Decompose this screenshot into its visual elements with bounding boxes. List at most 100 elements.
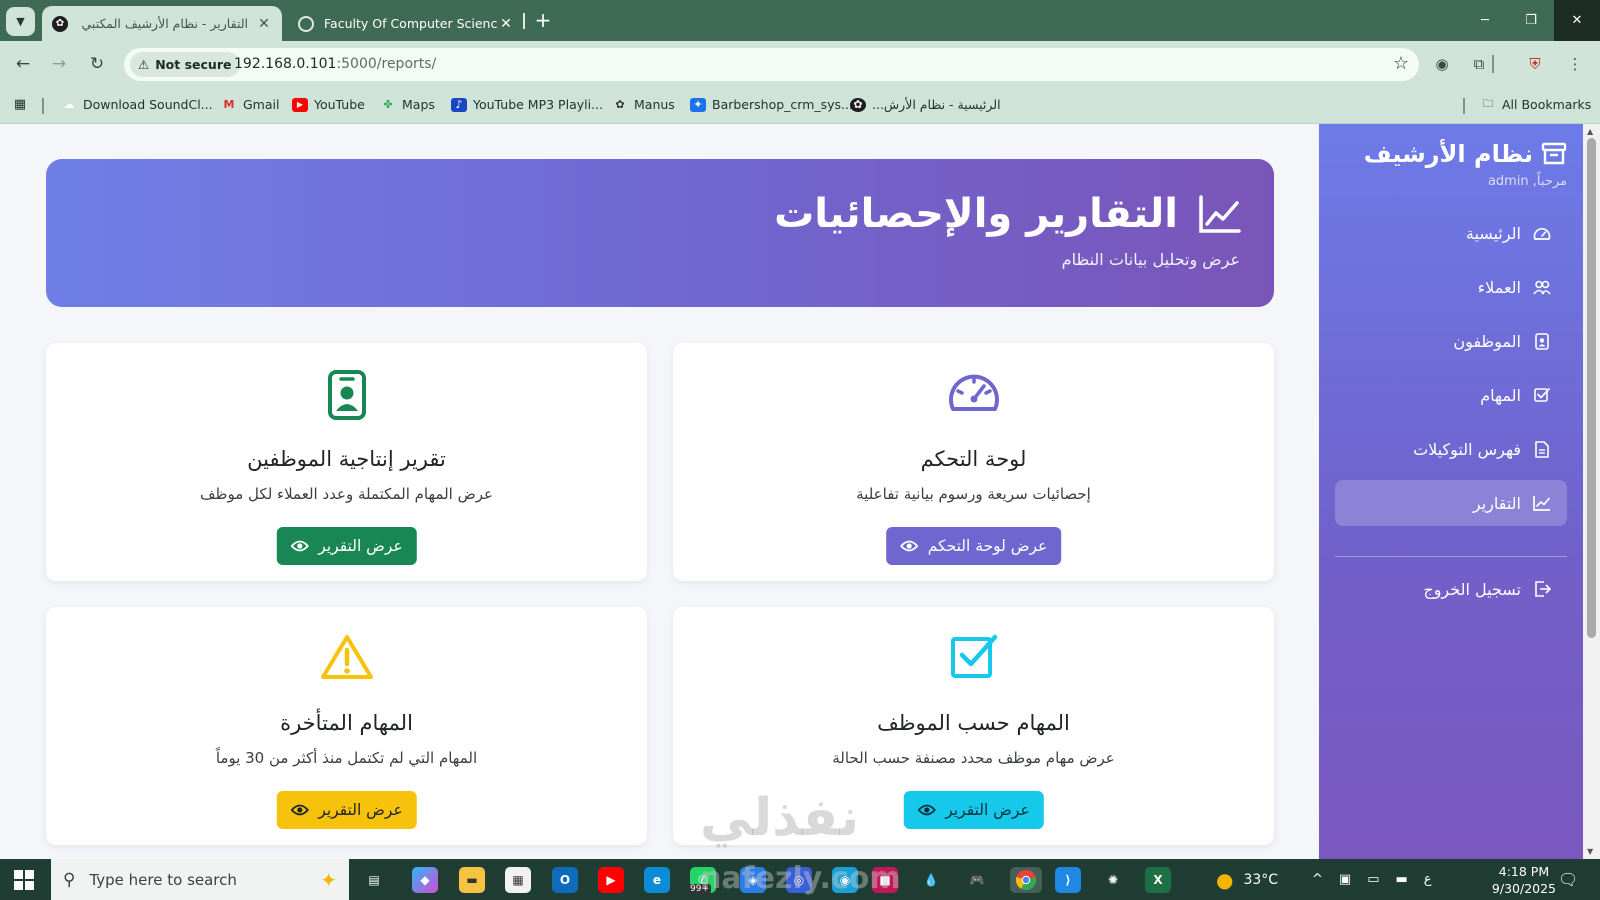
restore-button[interactable]: ❐ (1508, 0, 1554, 41)
sidebar-item-label: المهام (1480, 385, 1521, 405)
view-dashboard-button[interactable]: عرض لوحة التحكم (885, 527, 1062, 565)
tab-faculty[interactable]: Faculty Of Computer Science an ✕ (288, 6, 524, 41)
sidebar-item-reports[interactable]: التقارير (1335, 480, 1567, 526)
new-tab-button[interactable]: + (532, 8, 554, 32)
app-icon: ✦ (690, 97, 706, 112)
taskbar-search[interactable]: ⚲ Type here to search ✦ (51, 859, 349, 900)
tab-reports[interactable]: ✿ التقارير - نظام الأرشيف المكتبي ✕ (42, 6, 282, 41)
bookmark-label: Manus (634, 97, 675, 112)
copilot-app-icon[interactable]: ◆ (412, 867, 438, 893)
edge-icon[interactable]: e (644, 867, 670, 893)
browser-tab-strip: ▼ ✿ التقارير - نظام الأرشيف المكتبي ✕ Fa… (0, 0, 1600, 41)
extension-shield-icon[interactable]: ◉ (1430, 52, 1454, 76)
bookmark-label: YouTube (314, 97, 365, 112)
security-chip[interactable]: ⚠ Not secure (130, 52, 241, 77)
close-icon[interactable]: ✕ (498, 16, 514, 32)
button-label: عرض التقرير (945, 801, 1030, 819)
game-app-icon[interactable]: 🎮 (964, 867, 990, 893)
brave-shield-icon[interactable]: ⛨ (1523, 52, 1547, 76)
weather-widget[interactable]: ● 33°C (1216, 859, 1278, 900)
bookmark-item[interactable]: ▶ YouTube (292, 97, 365, 112)
chevron-up-icon[interactable]: ^ (1312, 872, 1323, 887)
droplet-app-icon[interactable]: 💧 (918, 867, 944, 893)
watermark-url: nafezly.com (700, 861, 901, 896)
bookmarks-separator (42, 98, 44, 114)
sidebar-item-employees[interactable]: الموظفون (1335, 318, 1567, 364)
card-description: إحصائيات سريعة ورسوم بيانية تفاعلية (856, 485, 1091, 503)
scrollbar-thumb[interactable] (1587, 138, 1596, 638)
sidebar-item-power-of-attorney[interactable]: فهرس التوكيلات (1335, 426, 1567, 472)
check-square-icon (1533, 386, 1551, 404)
chatgpt-icon[interactable]: ✺ (1100, 867, 1126, 893)
file-explorer-icon[interactable]: ▬ (459, 867, 485, 893)
sun-icon: ● (1216, 867, 1234, 892)
bookmark-item[interactable]: ☁ Download SoundCl... (61, 97, 213, 112)
battery-icon[interactable]: ▬ (1396, 872, 1408, 887)
not-secure-label: Not secure (155, 57, 232, 72)
logout-link[interactable]: تسجيل الخروج (1335, 566, 1567, 612)
clock-time: 4:18 PM (1498, 864, 1550, 879)
chrome-icon[interactable] (1010, 867, 1042, 893)
toolbar-separator (1492, 55, 1494, 73)
outlook-icon[interactable]: O (552, 867, 578, 893)
report-card-overdue: المهام المتأخرة المهام التي لم تكتمل منذ… (46, 607, 647, 845)
music-icon: ♪ (451, 97, 467, 112)
excel-icon[interactable]: X (1145, 867, 1171, 893)
bookmark-item[interactable]: ✤ Maps (380, 97, 435, 112)
address-bar[interactable]: ⚠ Not secure 192.168.0.101:5000/reports/… (124, 48, 1419, 81)
forward-arrow-icon[interactable]: → (47, 52, 71, 76)
bookmarks-separator (1463, 98, 1465, 114)
card-title: المهام المتأخرة (280, 711, 413, 735)
globe-favicon-icon (298, 15, 314, 32)
sidebar-item-clients[interactable]: العملاء (1335, 264, 1567, 310)
weather-temp: 33°C (1243, 871, 1279, 888)
more-menu-icon[interactable]: ⋮ (1563, 52, 1587, 76)
language-indicator[interactable]: ع (1424, 872, 1432, 887)
page-scrollbar[interactable]: ▲ ▼ (1583, 124, 1600, 859)
sidebar-item-tasks[interactable]: المهام (1335, 372, 1567, 418)
scroll-up-arrow-icon[interactable]: ▲ (1587, 127, 1593, 136)
bookmark-item[interactable]: M Gmail (221, 97, 280, 112)
youtube-app-icon[interactable]: ▶ (598, 867, 624, 893)
view-productivity-report-button[interactable]: عرض التقرير (276, 527, 417, 565)
microsoft-store-icon[interactable]: ▦ (505, 867, 531, 893)
gmail-icon: M (223, 98, 235, 111)
eye-icon (899, 540, 918, 552)
card-description: المهام التي لم تكتمل منذ أكثر من 30 يوما… (215, 749, 478, 767)
taskbar-clock[interactable]: 4:18 PM 9/30/2025 (1492, 863, 1556, 897)
vscode-icon[interactable]: ⟩ (1055, 867, 1081, 893)
folder-icon: 🗀 (1482, 97, 1494, 110)
all-bookmarks-button[interactable]: 🗀 All Bookmarks (1480, 97, 1592, 112)
notifications-icon[interactable]: 🗨 (1558, 859, 1578, 900)
bookmark-item[interactable]: ✦ Barbershop_crm_sys... (690, 97, 853, 112)
view-tasks-by-employee-button[interactable]: عرض التقرير (903, 791, 1044, 829)
bookmark-star-icon[interactable]: ☆ (1393, 53, 1409, 74)
system-tray: ^ ▣ ▭ ▬ ع (1312, 859, 1432, 900)
network-icon[interactable]: ▭ (1367, 872, 1379, 887)
task-view-icon[interactable]: ▤ (361, 867, 387, 893)
sidebar-item-home[interactable]: الرئيسية (1335, 210, 1567, 256)
url-text[interactable]: 192.168.0.101:5000/reports/ (234, 56, 436, 72)
sidebar-item-label: الرئيسية (1465, 223, 1521, 243)
search-icon: ⚲ (63, 869, 76, 890)
close-icon[interactable]: ✕ (256, 16, 272, 32)
tab-title: Faculty Of Computer Science an (324, 16, 498, 31)
scroll-down-arrow-icon[interactable]: ▼ (1587, 847, 1593, 856)
bookmark-item[interactable]: ✿ Manus (612, 97, 675, 112)
reload-icon[interactable]: ↻ (85, 52, 109, 76)
apps-grid-icon[interactable]: ▦ (12, 97, 28, 112)
minimize-button[interactable]: ─ (1462, 0, 1508, 41)
bookmark-label: YouTube MP3 Playli... (473, 97, 603, 112)
view-overdue-report-button[interactable]: عرض التقرير (276, 791, 417, 829)
bookmark-item[interactable]: ♪ YouTube MP3 Playli... (451, 97, 603, 112)
meet-now-icon[interactable]: ▣ (1339, 872, 1351, 887)
windows-start-icon[interactable] (14, 870, 34, 890)
tab-search-button[interactable]: ▼ (6, 7, 35, 36)
puzzle-extensions-icon[interactable]: ⧉ (1467, 52, 1491, 76)
back-arrow-icon[interactable]: ← (11, 52, 35, 76)
tab-separator (523, 13, 525, 29)
warning-icon (320, 635, 373, 679)
bookmark-item[interactable]: ✿ الرئيسية - نظام الأرش... (850, 97, 1001, 112)
maps-icon: ✤ (383, 98, 393, 111)
window-close-button[interactable]: ✕ (1554, 0, 1600, 41)
